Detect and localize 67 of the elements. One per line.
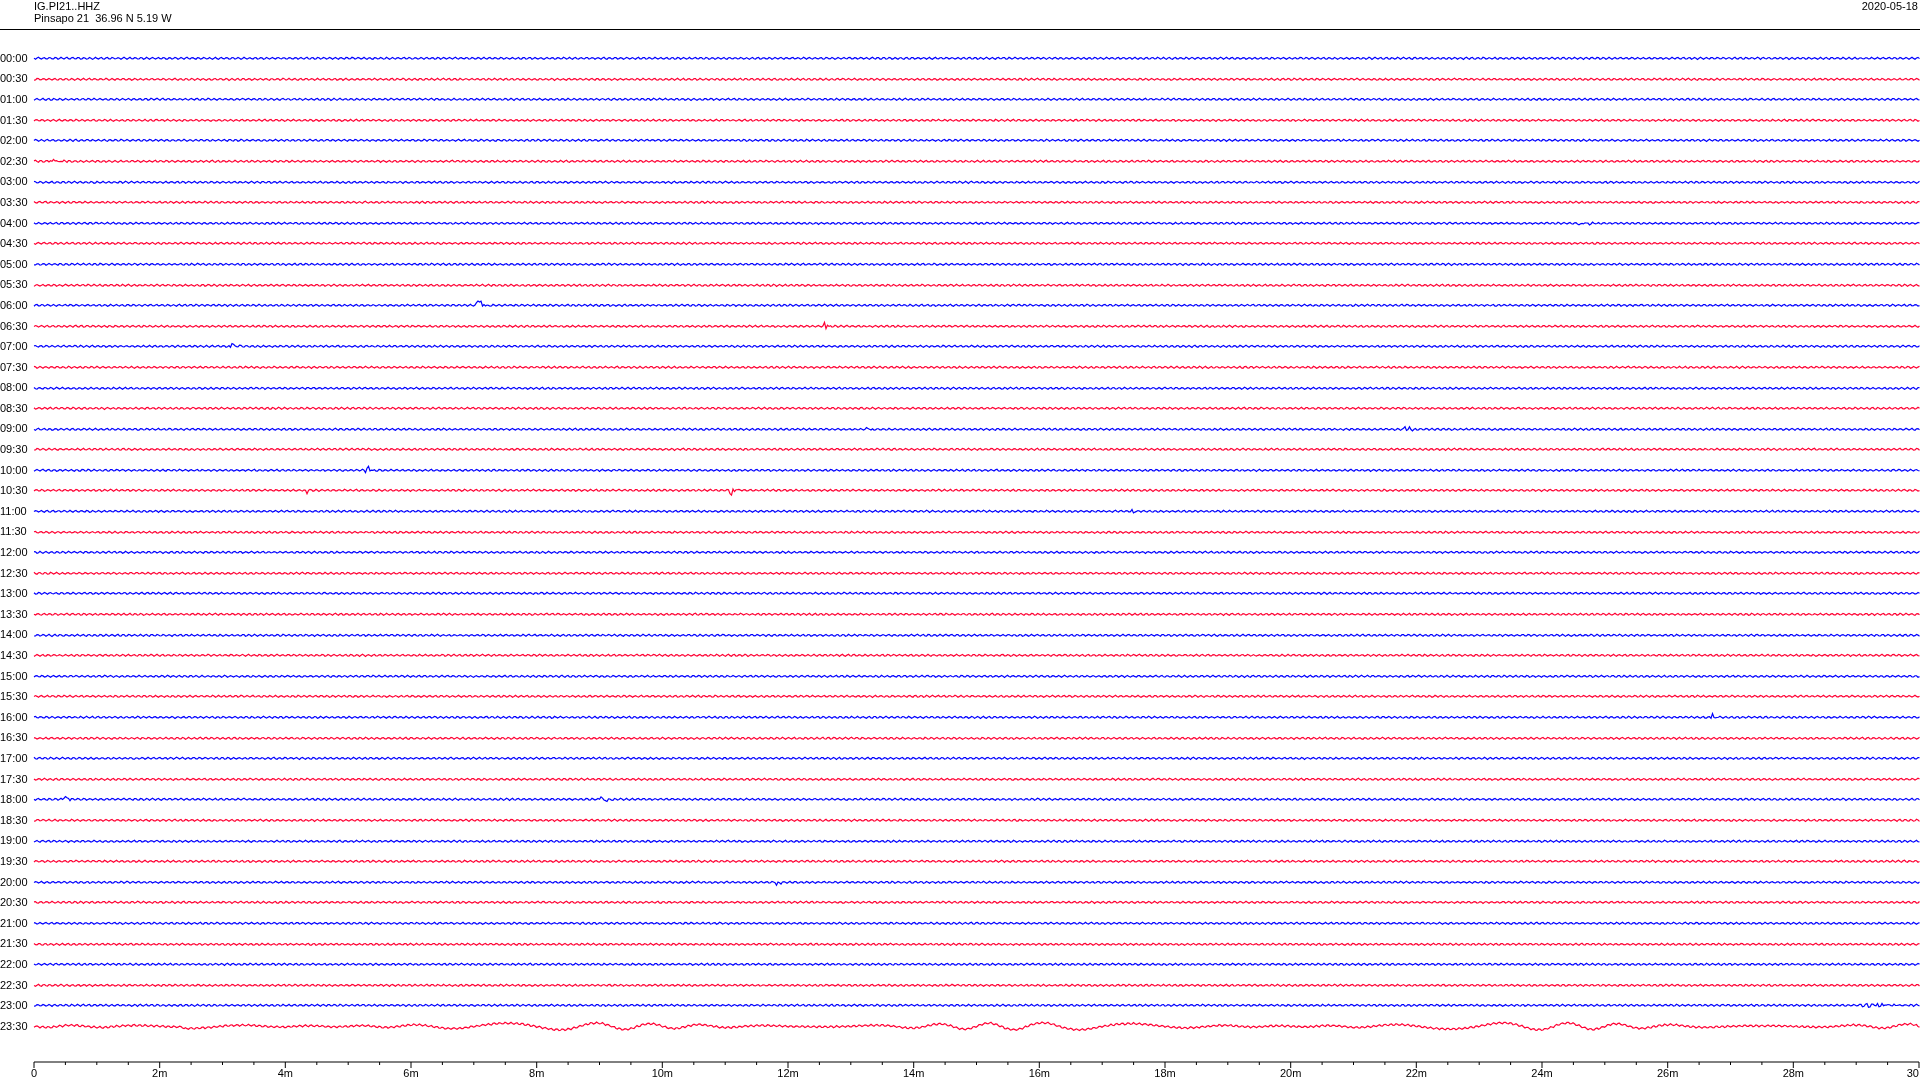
time-label: 06:00 xyxy=(0,299,29,311)
time-label: 16:30 xyxy=(0,732,29,744)
time-label: 17:00 xyxy=(0,753,29,764)
axis-label: 0 xyxy=(31,1066,38,1079)
time-label: 19:00 xyxy=(0,835,29,847)
time-label: 14:00 xyxy=(0,629,29,641)
axis-label: 20m xyxy=(1279,1066,1302,1079)
time-label: 12:30 xyxy=(0,567,29,579)
time-label: 13:00 xyxy=(0,588,29,600)
time-label: 16:00 xyxy=(0,711,29,723)
time-label: 21:00 xyxy=(0,917,29,929)
time-label: 08:30 xyxy=(0,402,29,414)
time-label: 07:00 xyxy=(0,341,29,353)
axis-label: 10m xyxy=(651,1066,674,1079)
time-label: 11:00 xyxy=(0,505,28,517)
axis-label: 4m xyxy=(277,1066,293,1079)
time-label: 17:30 xyxy=(0,773,29,785)
time-label: 02:30 xyxy=(0,155,29,167)
time-label: 23:00 xyxy=(0,1000,29,1012)
axis-label: 12m xyxy=(777,1066,799,1079)
time-label: 10:00 xyxy=(0,464,29,476)
axis-label: 18m xyxy=(1154,1066,1176,1079)
axis-label: 8m xyxy=(529,1066,545,1079)
time-label: 08:00 xyxy=(0,382,29,394)
axis-label: 26m xyxy=(1656,1066,1679,1079)
time-label: 01:00 xyxy=(0,94,29,105)
axis-label: 16m xyxy=(1028,1066,1051,1079)
time-label: 03:30 xyxy=(0,196,29,208)
time-label: 18:00 xyxy=(0,794,29,806)
time-label: 22:00 xyxy=(0,958,29,970)
time-label: 05:00 xyxy=(0,258,29,270)
time-label: 14:30 xyxy=(0,650,29,661)
time-label: 06:30 xyxy=(0,320,29,332)
time-label: 15:30 xyxy=(0,691,29,703)
time-label: 02:00 xyxy=(0,135,29,147)
axis-label: 24m xyxy=(1531,1066,1553,1079)
station-code: IG.PI21..HHZ xyxy=(34,0,102,12)
time-label: 13:30 xyxy=(0,608,29,620)
axis-label: 14m xyxy=(902,1066,925,1079)
time-label: 20:30 xyxy=(0,897,29,909)
axis-label: 28m xyxy=(1782,1066,1805,1079)
time-label: 10:30 xyxy=(0,485,29,497)
time-label: 20:00 xyxy=(0,876,29,888)
time-label: 03:00 xyxy=(0,176,29,188)
time-label: 11:30 xyxy=(0,526,28,538)
time-label: 22:30 xyxy=(0,979,29,991)
date-label: 2020-05-18 xyxy=(1861,0,1918,14)
time-label: 09:00 xyxy=(0,423,29,435)
time-label: 00:30 xyxy=(0,73,29,85)
time-label: 01:30 xyxy=(0,114,29,126)
time-label: 18:30 xyxy=(0,814,29,826)
time-label: 19:30 xyxy=(0,855,29,867)
time-label: 21:30 xyxy=(0,938,29,950)
time-label: 04:00 xyxy=(0,217,29,229)
time-label: 23:30 xyxy=(0,1020,29,1032)
time-label: 00:00 xyxy=(0,52,29,64)
axis-label: 30 xyxy=(1906,1066,1919,1079)
axis-label: 2m xyxy=(152,1066,168,1079)
time-label: 09:30 xyxy=(0,444,29,456)
time-label: 07:30 xyxy=(0,361,29,373)
time-label: 12:00 xyxy=(0,547,29,559)
axis-label: 22m xyxy=(1405,1066,1428,1079)
time-label: 05:30 xyxy=(0,279,29,291)
time-label: 15:00 xyxy=(0,670,29,682)
axis-label: 6m xyxy=(403,1066,419,1079)
station-location: Pinsapo 21 36.96 N 5.19 W xyxy=(34,12,172,24)
time-label: 04:30 xyxy=(0,238,29,250)
